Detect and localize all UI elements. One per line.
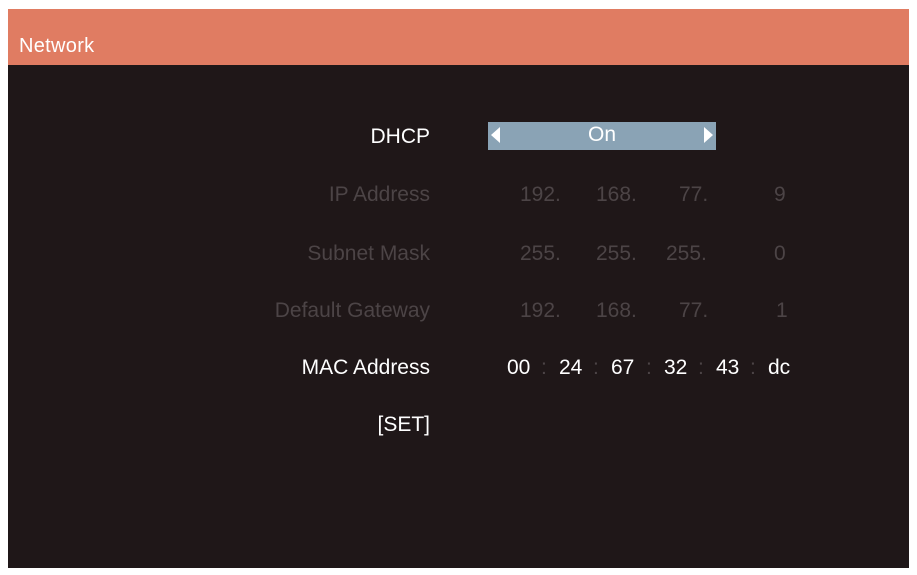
- gateway-octet-2: 168.: [596, 299, 637, 322]
- ip-octet-1: 192.: [520, 183, 561, 206]
- subnet-mask-label: Subnet Mask: [307, 242, 430, 265]
- arrow-right-icon[interactable]: [704, 127, 713, 143]
- gateway-octet-1: 192.: [520, 299, 561, 322]
- ip-address-label: IP Address: [328, 183, 430, 206]
- gateway-octet-4: 1: [776, 299, 788, 322]
- mac-address-label: MAC Address: [301, 356, 430, 379]
- ip-octet-4: 9: [774, 183, 786, 206]
- subnet-octet-1: 255.: [520, 242, 561, 265]
- subnet-octet-3: 255.: [666, 242, 707, 265]
- default-gateway-label: Default Gateway: [274, 299, 430, 322]
- mac-byte-4: 32: [664, 356, 688, 379]
- set-button[interactable]: [SET]: [377, 413, 430, 437]
- ip-octet-3: 77.: [679, 183, 709, 206]
- mac-separator: :: [698, 356, 704, 379]
- gateway-octet-3: 77.: [679, 299, 709, 322]
- mac-separator: :: [541, 356, 547, 379]
- dhcp-selector[interactable]: On: [488, 122, 716, 150]
- mac-byte-3: 67: [611, 356, 635, 379]
- mac-byte-1: 00: [507, 356, 531, 379]
- mac-separator: :: [750, 356, 756, 379]
- mac-byte-5: 43: [716, 356, 740, 379]
- network-settings-window: Network DHCP On IP Address 192. 168. 77.…: [8, 9, 909, 568]
- subnet-octet-2: 255.: [596, 242, 637, 265]
- mac-byte-2: 24: [559, 356, 583, 379]
- subnet-octet-4: 0: [774, 242, 786, 265]
- mac-separator: :: [593, 356, 599, 379]
- title-bar: Network: [8, 9, 909, 65]
- window-title: Network: [19, 35, 95, 57]
- dhcp-value: On: [587, 123, 616, 146]
- dhcp-label: DHCP: [370, 125, 430, 148]
- mac-separator: :: [646, 356, 652, 379]
- mac-byte-6: dc: [768, 356, 791, 379]
- ip-octet-2: 168.: [596, 183, 637, 206]
